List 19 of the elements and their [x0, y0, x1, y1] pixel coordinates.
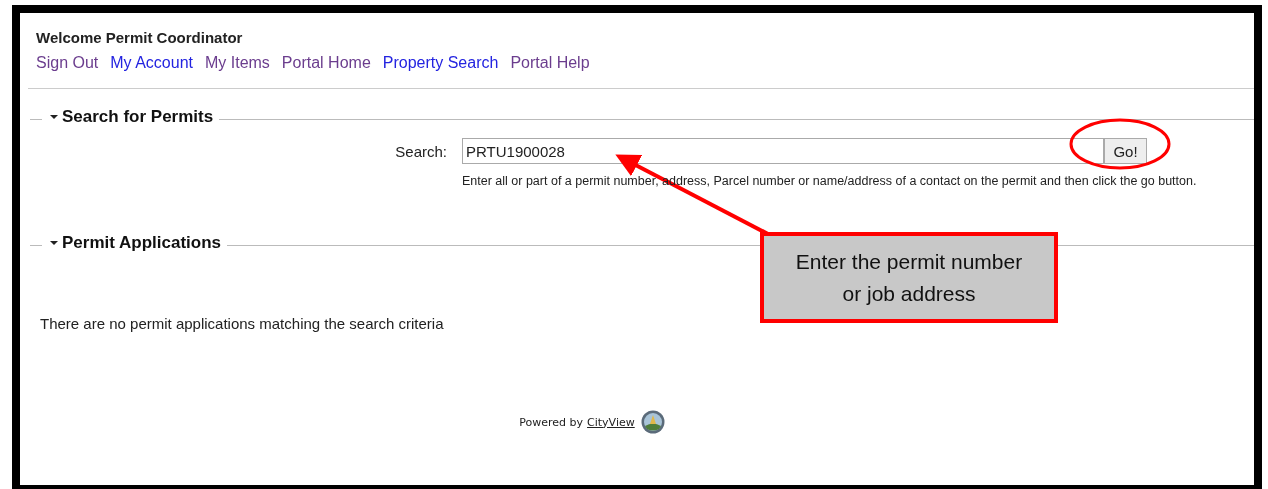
- caret-icon: [50, 239, 58, 247]
- cityview-link[interactable]: CityView: [587, 415, 635, 429]
- nav-link[interactable]: Portal Home: [281, 53, 371, 73]
- nav-link[interactable]: My Items: [204, 53, 270, 73]
- no-results-message: There are no permit applications matching the search criteria: [40, 314, 445, 334]
- go-button[interactable]: Go!: [1104, 138, 1147, 164]
- caret-icon: [50, 113, 58, 121]
- callout-box: Enter the permit number or job address: [760, 232, 1058, 323]
- nav-link[interactable]: My Account: [110, 53, 193, 73]
- section-header[interactable]: Search for Permits: [42, 106, 220, 128]
- nav-link[interactable]: Property Search: [382, 53, 499, 73]
- section-header[interactable]: Permit Applications: [42, 232, 227, 254]
- powered-by-text: Powered by: [519, 415, 584, 429]
- nav-link[interactable]: Sign Out: [36, 53, 99, 73]
- globe-logo-icon: [640, 410, 665, 434]
- search-field[interactable]: PRTU1900028: [462, 138, 1104, 164]
- welcome-text: Welcome Permit Coordinator: [36, 28, 244, 48]
- search-label: Search:: [394, 142, 448, 160]
- nav-link[interactable]: Portal Help: [510, 53, 590, 73]
